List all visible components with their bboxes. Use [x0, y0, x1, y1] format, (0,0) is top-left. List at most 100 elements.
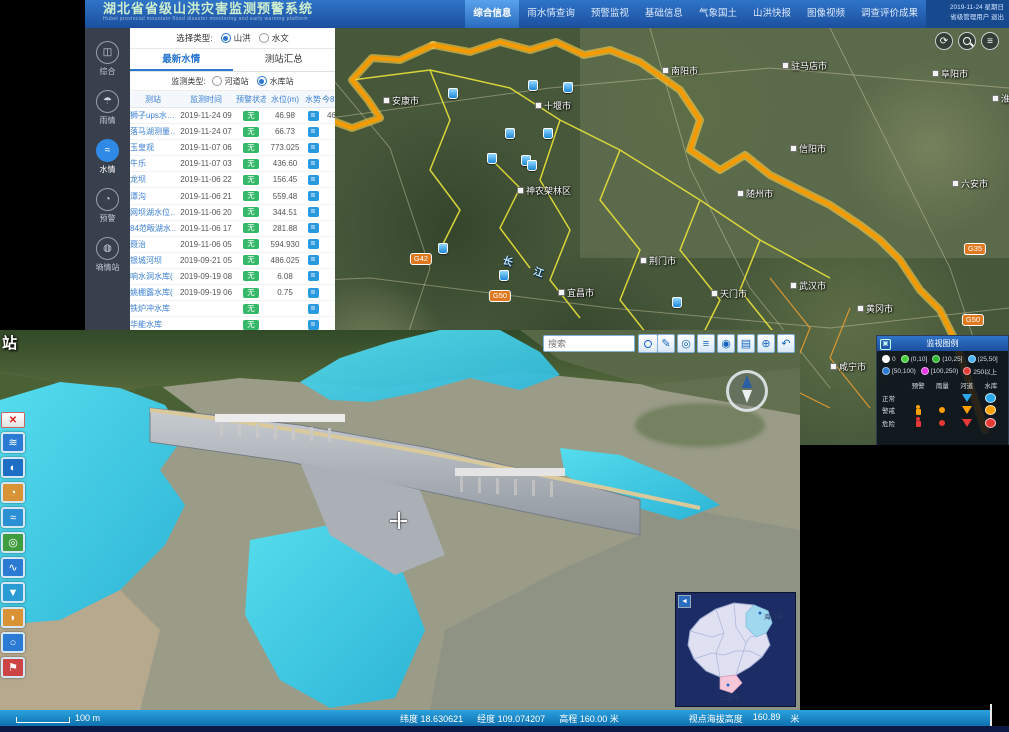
nav-item[interactable]: 气象国土	[691, 0, 745, 28]
search-icon[interactable]	[958, 32, 976, 50]
close-button[interactable]: ✕	[1, 412, 25, 428]
ring-icon[interactable]: ○	[1, 632, 25, 653]
col-today: 今8水位(m)	[322, 94, 335, 105]
table-row[interactable]: 落马湖测量… 2019-11-24 07 无 66.73 =	[130, 124, 335, 140]
whirlpool-icon[interactable]: ◐	[1, 457, 25, 478]
sidebar-item-label: 雨情	[100, 115, 116, 126]
table-row[interactable]: 龙坝 2019-11-06 22 无 156.45 =	[130, 172, 335, 188]
sidebar-item-water[interactable]: ≈ 水情	[85, 136, 130, 178]
reset-view-icon[interactable]: ⟳	[935, 32, 953, 50]
sidebar-icon: ≈	[96, 139, 119, 162]
station-type-filter: 监测类型: 河道站 水库站	[130, 72, 335, 91]
table-row[interactable]: 84范畈湖水… 2019-11-06 17 无 281.88 =	[130, 221, 335, 237]
radio-option[interactable]: 河道站	[212, 76, 249, 87]
station-marker-icon[interactable]	[487, 153, 497, 164]
table-row[interactable]: 牛乐 2019-11-07 03 无 436.60 =	[130, 156, 335, 172]
trend-badge: =	[308, 175, 319, 185]
station-marker-icon[interactable]	[499, 270, 509, 281]
legend-cell	[906, 418, 930, 427]
station-marker-icon[interactable]	[438, 243, 448, 254]
typhoon-icon[interactable]: ◔	[1, 482, 25, 503]
viewer-3d-window[interactable]: 站 ✎◎≡◉▤⊕↶ ✕ ≋ ◐ ◔ ≈	[0, 330, 800, 710]
station-marker-icon[interactable]	[528, 80, 538, 91]
radio-option[interactable]: 山洪	[221, 32, 251, 44]
table-row[interactable]: 响水洞水库( 2019-09-19 08 无 6.08 =	[130, 269, 335, 285]
legend-row: 正常	[882, 392, 1003, 405]
city-dot-icon	[782, 62, 789, 69]
waves-icon[interactable]: ≈	[1, 507, 25, 528]
city-dot-icon	[790, 145, 797, 152]
table-row[interactable]: 铁炉冲水库 无 =	[130, 301, 335, 317]
legend-cell	[955, 419, 979, 427]
globe-icon[interactable]: ⊕	[757, 334, 775, 353]
status-badge: 无	[243, 304, 259, 314]
sidebar-item-overview[interactable]: ◫ 综合	[85, 38, 130, 80]
nav-item[interactable]: 综合信息	[465, 0, 519, 28]
nav-item[interactable]: 基础信息	[637, 0, 691, 28]
南阳市: 南阳市	[662, 64, 698, 77]
status-badge: 无	[243, 143, 259, 153]
radio-icon	[212, 76, 222, 86]
plot-edit-icon[interactable]: ✎	[657, 334, 675, 353]
search-input[interactable]	[543, 335, 635, 352]
table-row[interactable]: 姚棚露水库( 2019-09-19 06 无 0.75 =	[130, 285, 335, 301]
status-badge: 无	[243, 320, 259, 330]
minimap-toggle-icon[interactable]: ◄	[678, 595, 691, 608]
compass[interactable]	[726, 370, 768, 412]
radio-option[interactable]: 水文	[259, 32, 289, 44]
station-marker-icon[interactable]	[543, 128, 553, 139]
table-row[interactable]: 网坝湖水位… 2019-11-06 20 无 344.51 =	[130, 205, 335, 221]
list-icon[interactable]: ≡	[697, 334, 715, 353]
sidebar-item-soil[interactable]: ◍ 墒情站	[85, 234, 130, 276]
station-marker-icon[interactable]	[527, 160, 537, 171]
image-icon[interactable]: ▤	[737, 334, 755, 353]
water-drop-icon[interactable]: ▼	[1, 582, 25, 603]
terrain-icon[interactable]: ◗	[1, 607, 25, 628]
nav-item[interactable]: 山洪快报	[745, 0, 799, 28]
flood-layer-icon[interactable]: ≋	[1, 432, 25, 453]
sidebar-item-label: 水情	[100, 164, 116, 175]
table-row[interactable]: 银城河坝 2019-09-21 05 无 486.025 =	[130, 253, 335, 269]
table-row[interactable]: 潭沟 2019-11-06 21 无 559.48 =	[130, 188, 335, 204]
status-badge: 无	[243, 111, 259, 121]
legend-dot-item: (0,10]	[901, 355, 928, 363]
panel-tab[interactable]: 测站汇总	[233, 49, 336, 71]
city-dot-icon	[558, 289, 565, 296]
nav-item[interactable]: 雨水情查询	[519, 0, 583, 28]
overview-minimap[interactable]: ◄ 海口市 三亚市	[676, 593, 795, 706]
city-dot-icon	[640, 257, 647, 264]
search-button[interactable]	[638, 334, 658, 353]
minimap-city-bottom: 三亚市	[720, 692, 740, 701]
radio-option[interactable]: 水库站	[257, 76, 294, 87]
layers-icon[interactable]: ≡	[981, 32, 999, 50]
nav-item[interactable]: 图像视频	[799, 0, 853, 28]
station-marker-icon[interactable]	[672, 297, 682, 308]
table-row[interactable]: 玉皇观 2019-11-07 06 无 773.025 =	[130, 140, 335, 156]
eye-icon[interactable]: ◉	[717, 334, 735, 353]
nav-item[interactable]: 预警监视	[583, 0, 637, 28]
table-header: 测站 监测时间 预警状态 水位(m) 水势 今8水位(m)	[130, 91, 335, 108]
coordinates: 纬度 18.630621 经度 109.074207 高程 160.00 米	[400, 712, 619, 725]
驻马店市: 驻马店市	[782, 59, 827, 72]
trend-badge: =	[308, 288, 319, 298]
station-marker-icon[interactable]	[505, 128, 515, 139]
table-row[interactable]: 聂治 2019-11-06 05 无 594.930 =	[130, 237, 335, 253]
table-row[interactable]: 狮子ups水… 2019-11-24 09 无 46.98 = 46.99	[130, 108, 335, 124]
trend-badge: =	[308, 239, 319, 249]
panel-tab[interactable]: 最新水情	[130, 49, 233, 71]
legend-dot-icon	[939, 407, 945, 413]
station-marker-icon[interactable]	[563, 82, 573, 93]
status-badge: 无	[243, 207, 259, 217]
神农架林区: 神农架林区	[517, 184, 571, 197]
flag-icon[interactable]: ⚑	[1, 657, 25, 678]
station-marker-icon[interactable]	[448, 88, 458, 99]
sidebar-item-rain[interactable]: ☂ 雨情	[85, 87, 130, 129]
camera-icon[interactable]: ◎	[677, 334, 695, 353]
六安市: 六安市	[952, 177, 988, 190]
sidebar-item-warning[interactable]: ◔ 预警	[85, 185, 130, 227]
nav-item[interactable]: 调查评价成果	[853, 0, 926, 28]
target-icon[interactable]: ◎	[1, 532, 25, 553]
logout-link[interactable]: 退出	[991, 14, 1004, 21]
undo-icon[interactable]: ↶	[777, 334, 795, 353]
splash-icon[interactable]: ∿	[1, 557, 25, 578]
